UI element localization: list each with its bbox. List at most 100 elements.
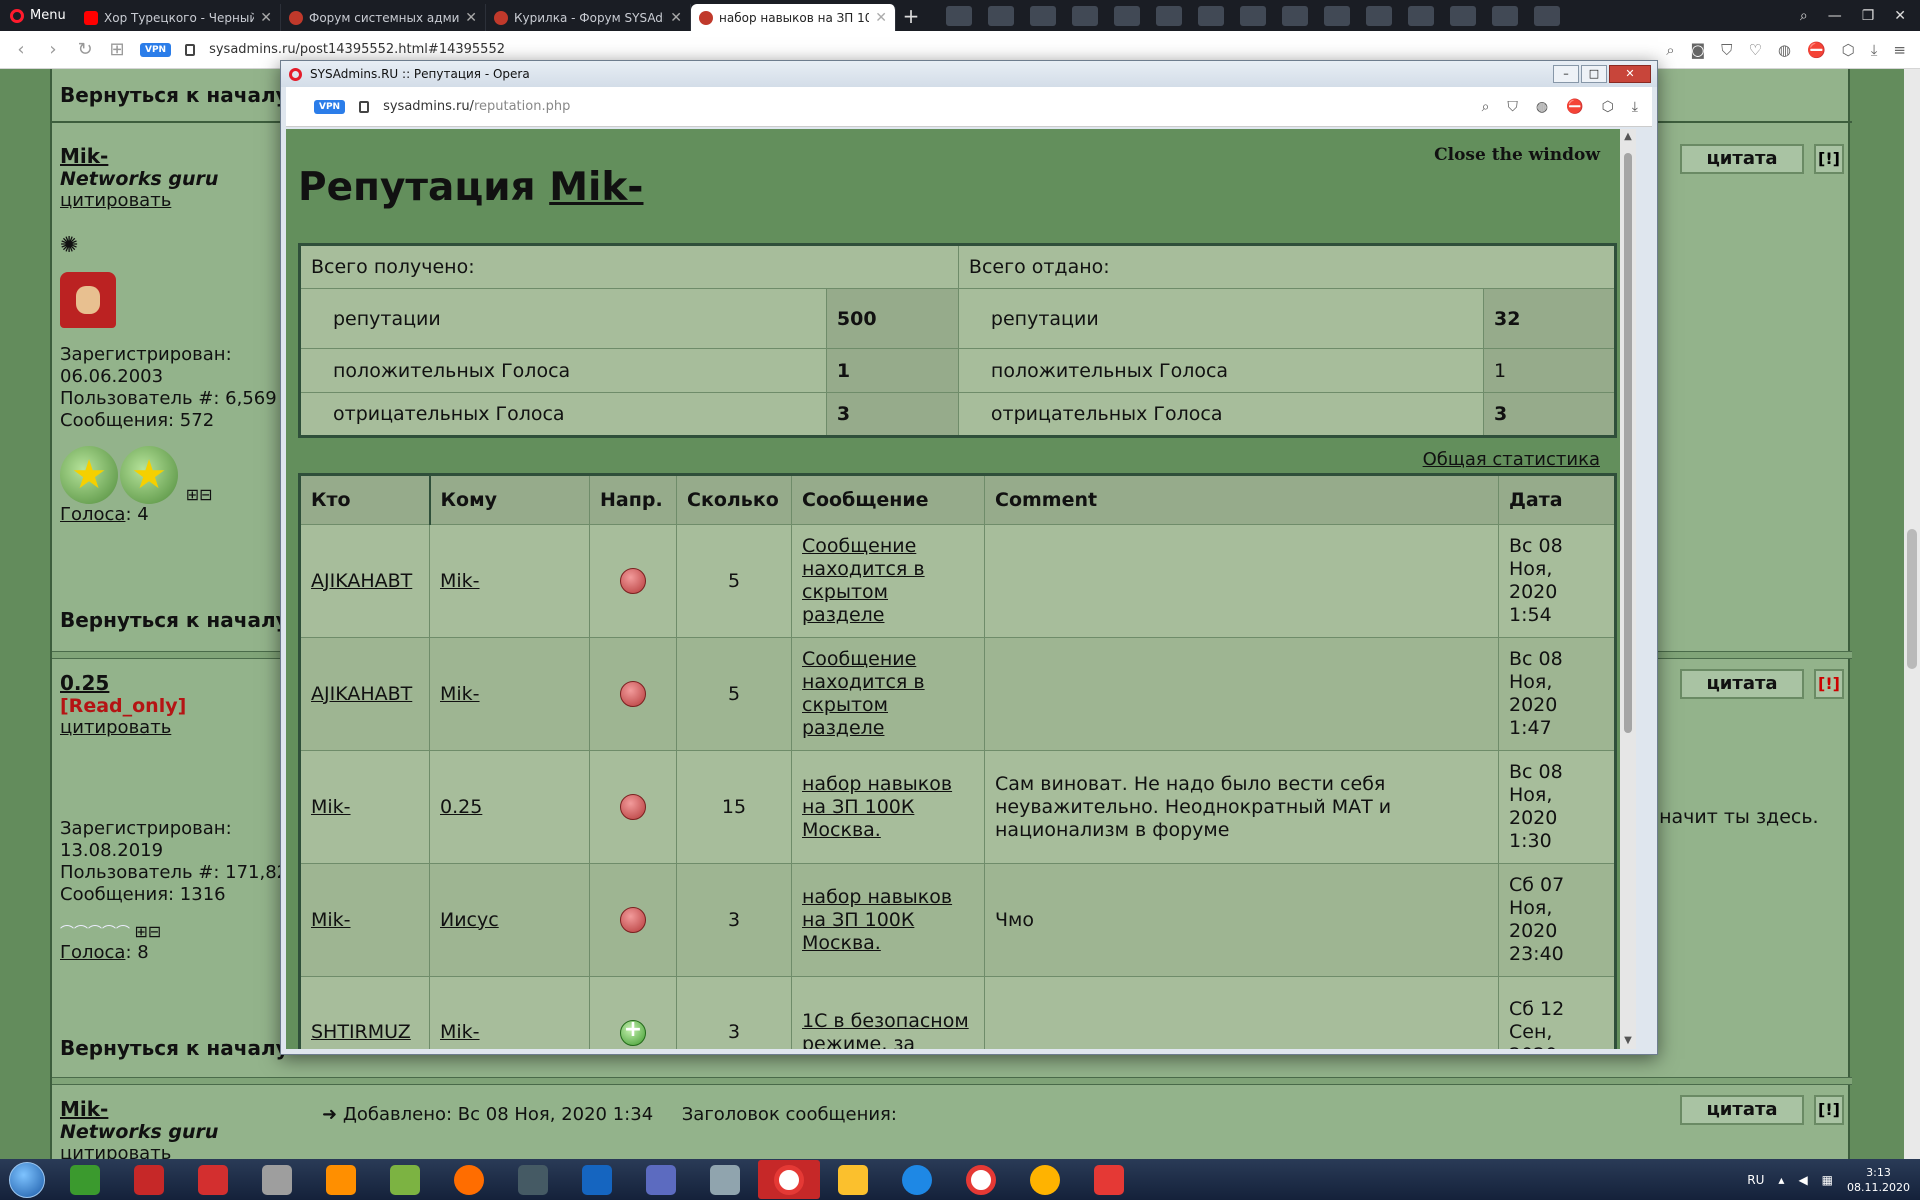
popup-scrollbar[interactable]: ▲ ▼ <box>1620 129 1636 1049</box>
minimize-icon[interactable]: – <box>1553 65 1579 83</box>
globe-icon[interactable]: ◍ <box>1536 99 1548 115</box>
general-stats-link[interactable]: Общая статистика <box>1423 449 1600 470</box>
taskbar-app[interactable] <box>438 1160 500 1199</box>
vpn-badge[interactable]: VPN <box>140 42 172 57</box>
quote-link[interactable]: цитировать <box>60 717 288 738</box>
lock-icon[interactable] <box>185 43 196 56</box>
tab-kurilka[interactable]: Курилка - Форум SYSAdmi... ✕ <box>486 4 691 31</box>
who-link[interactable]: AJIKAHABT <box>299 524 430 638</box>
who-link[interactable]: Mik- <box>299 863 430 977</box>
heart-icon[interactable]: ♡ <box>1748 41 1761 59</box>
taskbar-app[interactable] <box>1014 1160 1076 1199</box>
post-username[interactable]: Mik- <box>60 144 277 168</box>
search-tabs-icon[interactable]: ⌕ <box>1800 8 1808 24</box>
taskbar-app[interactable] <box>246 1160 308 1199</box>
scrollbar-thumb[interactable] <box>1907 529 1917 669</box>
back-to-top-link[interactable]: Вернуться к началу <box>60 83 289 107</box>
message-link[interactable]: набор навыков на ЗП 100К Москва. <box>791 750 985 864</box>
report-button[interactable]: [!] <box>1814 669 1844 699</box>
close-window-link[interactable]: Close the window <box>1434 145 1600 165</box>
maximize-icon[interactable]: □ <box>1581 65 1607 83</box>
opera-menu-button[interactable]: Menu <box>0 0 76 31</box>
easy-setup-icon[interactable]: ≡ <box>1893 41 1906 59</box>
taskbar-app[interactable] <box>694 1160 756 1199</box>
popup-url[interactable]: sysadmins.ru/reputation.php <box>383 99 570 114</box>
taskbar-app[interactable] <box>886 1160 948 1199</box>
to-link[interactable]: 0.25 <box>429 750 590 864</box>
expand-icon[interactable]: ⊞⊟ <box>186 485 213 504</box>
network-icon[interactable]: ▦ <box>1822 1173 1833 1187</box>
tray-arrow-icon[interactable]: ▴ <box>1778 1173 1784 1187</box>
taskbar-app[interactable] <box>374 1160 436 1199</box>
who-link[interactable]: SHTIRMUZ <box>299 976 430 1049</box>
forward-icon[interactable]: › <box>44 39 62 60</box>
quote-button[interactable]: цитата <box>1680 144 1804 174</box>
report-button[interactable]: [!] <box>1814 144 1844 174</box>
tabs-grid-icon[interactable]: ⊞ <box>108 39 126 60</box>
scroll-down-icon[interactable]: ▼ <box>1620 1033 1636 1049</box>
who-link[interactable]: AJIKAHABT <box>299 637 430 751</box>
new-tab-button[interactable]: + <box>896 4 926 28</box>
tab-close-icon[interactable]: ✕ <box>260 10 272 26</box>
zoom-icon[interactable]: ⌕ <box>1666 41 1674 59</box>
quote-button[interactable]: цитата <box>1680 1095 1804 1125</box>
tab-close-icon[interactable]: ✕ <box>465 10 477 26</box>
taskbar-app[interactable] <box>54 1160 116 1199</box>
taskbar-app-opera-active[interactable] <box>758 1160 820 1199</box>
minimize-icon[interactable]: — <box>1828 8 1842 24</box>
who-link[interactable]: Mik- <box>299 750 430 864</box>
globe-icon[interactable]: ◍ <box>1778 41 1791 59</box>
volume-icon[interactable]: ◀ <box>1798 1173 1807 1187</box>
back-to-top-link[interactable]: Вернуться к началу <box>60 608 289 632</box>
title-user-link[interactable]: Mik- <box>549 165 643 210</box>
scroll-up-icon[interactable]: ▲ <box>1620 129 1636 145</box>
to-link[interactable]: Mik- <box>429 637 590 751</box>
tab-close-icon[interactable]: ✕ <box>875 10 887 26</box>
message-link[interactable]: Сообщение находится в скрытом разделе <box>791 524 985 638</box>
quote-link[interactable]: цитировать <box>60 190 277 211</box>
taskbar-app[interactable] <box>182 1160 244 1199</box>
cube-icon[interactable]: ⬡ <box>1602 99 1614 115</box>
taskbar-app[interactable] <box>502 1160 564 1199</box>
to-link[interactable]: Mik- <box>429 976 590 1049</box>
post-username[interactable]: Mik- <box>60 1097 218 1121</box>
cube-icon[interactable]: ⬡ <box>1842 41 1855 59</box>
close-icon[interactable]: ✕ <box>1894 8 1906 24</box>
message-link[interactable]: набор навыков на ЗП 100К Москва. <box>791 863 985 977</box>
maximize-icon[interactable]: ❐ <box>1862 8 1875 24</box>
votes-link[interactable]: Голоса <box>60 504 125 525</box>
tab-active-post[interactable]: набор навыков на ЗП 100... ✕ <box>691 4 896 31</box>
url-field[interactable]: sysadmins.ru/post14395552.html#14395552 <box>209 42 505 57</box>
tab-close-icon[interactable]: ✕ <box>670 10 682 26</box>
zoom-icon[interactable]: ⌕ <box>1482 99 1490 115</box>
taskbar-app[interactable] <box>822 1160 884 1199</box>
taskbar-app[interactable] <box>1078 1160 1140 1199</box>
shield-icon[interactable]: ⛉ <box>1507 99 1518 115</box>
back-to-top-link[interactable]: Вернуться к началу <box>60 1036 289 1060</box>
to-link[interactable]: Mik- <box>429 524 590 638</box>
scrollbar-thumb[interactable] <box>1624 153 1632 733</box>
taskbar-app[interactable] <box>630 1160 692 1199</box>
report-button[interactable]: [!] <box>1814 1095 1844 1125</box>
tab-youtube[interactable]: Хор Турецкого - Черный в... ✕ <box>76 4 281 31</box>
adblock-icon[interactable]: ⛔ <box>1807 41 1826 59</box>
post-username[interactable]: 0.25 <box>60 671 288 695</box>
popup-titlebar[interactable]: SYSAdmins.RU :: Репутация - Opera – □ ✕ <box>281 61 1657 87</box>
taskbar-app[interactable] <box>310 1160 372 1199</box>
votes-link[interactable]: Голоса <box>60 942 125 963</box>
vpn-badge[interactable]: VPN <box>314 99 346 114</box>
quote-button[interactable]: цитата <box>1680 669 1804 699</box>
download-icon[interactable]: ⤓ <box>1632 99 1638 115</box>
adblock-icon[interactable]: ⛔ <box>1566 99 1583 115</box>
message-link[interactable]: Сообщение находится в скрытом разделе <box>791 637 985 751</box>
clock[interactable]: 3:13 08.11.2020 <box>1847 1165 1910 1195</box>
taskbar-app[interactable] <box>566 1160 628 1199</box>
back-icon[interactable]: ‹ <box>12 39 30 60</box>
shield-icon[interactable]: ⛉ <box>1721 41 1732 59</box>
tab-sysadmins-forum[interactable]: Форум системных админи... ✕ <box>281 4 486 31</box>
start-button[interactable] <box>0 1159 54 1200</box>
taskbar-app[interactable] <box>950 1160 1012 1199</box>
language-indicator[interactable]: RU <box>1747 1173 1764 1187</box>
taskbar-app[interactable] <box>118 1160 180 1199</box>
lock-icon[interactable] <box>359 100 370 113</box>
